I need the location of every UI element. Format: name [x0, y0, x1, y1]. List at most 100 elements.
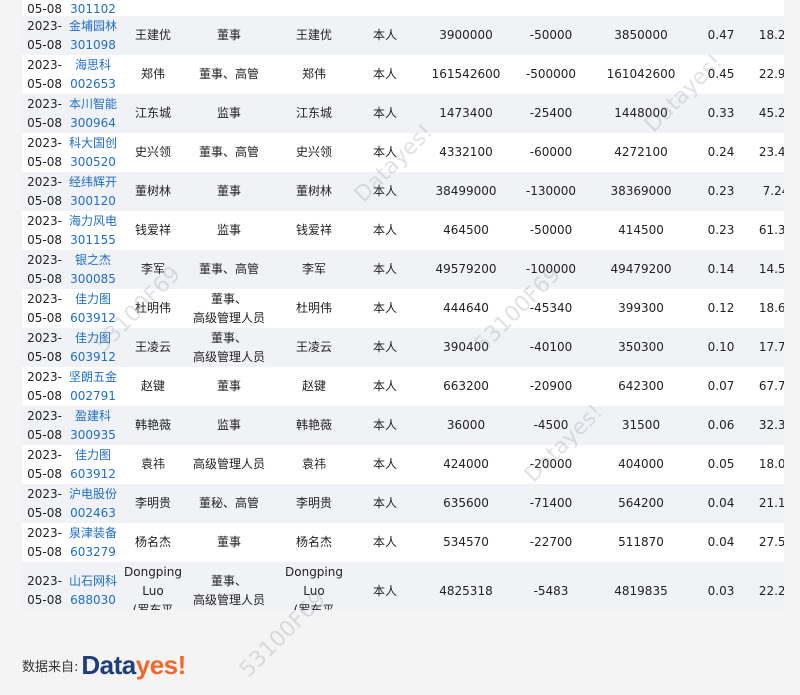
shares-after-cell: 414500 [618, 223, 664, 237]
position-cell: 董事 [216, 28, 241, 42]
position-cell: 监事 [216, 223, 241, 237]
stock-name-link[interactable]: 海思科 [64, 56, 122, 75]
stock-code-link[interactable]: 603912 [64, 465, 122, 484]
holder-name-cell: 杨名杰 [295, 535, 332, 549]
stock-name-link[interactable]: 经纬辉开 [64, 173, 122, 192]
date-cell: 2023- 05-08 [27, 408, 62, 442]
stock-code-link[interactable]: 603279 [64, 543, 122, 562]
avg-price-cell: 18.00 [758, 457, 784, 471]
shares-change-cell: -100000 [525, 262, 577, 276]
stock-code-link[interactable]: 301098 [64, 36, 122, 55]
relation-cell: 本人 [372, 223, 397, 237]
stock-name-link[interactable]: 泉津装备 [64, 524, 122, 543]
stock-code-link[interactable]: 002653 [64, 75, 122, 94]
shares-before-cell: 161542600 [431, 67, 501, 81]
stock-cell[interactable]: 坚朗五金 002791 [64, 367, 122, 406]
shares-after-cell: 49479200 [610, 262, 672, 276]
table-row: 2023- 05-08 坚朗五金 002791 赵键 董事 赵键 本人 663200 -20900… [22, 367, 784, 406]
shares-change-cell: -130000 [525, 184, 577, 198]
date-cell: 2023- 05-08 [27, 174, 62, 208]
holder-name-cell: 袁祎 [301, 457, 326, 471]
stock-name-link[interactable]: 盈建科 [64, 407, 122, 426]
stock-name-link[interactable]: 佳力图 [64, 329, 122, 348]
stock-cell[interactable]: 经纬辉开 300120 [64, 172, 122, 211]
change-ratio-cell: 0.03 [707, 583, 735, 598]
stock-name-link[interactable]: 金埔园林 [64, 17, 122, 36]
shares-before-cell: 4332100 [439, 145, 493, 159]
insider-trade-table: 05-08 301102 2023- 05-08 金埔园林 301098 王建优 董事 王建… [22, 0, 784, 610]
change-ratio-cell: 0.47 [707, 28, 735, 42]
holder-name-cell: 郑伟 [301, 67, 326, 81]
person-name-cell: 李军 [140, 262, 165, 276]
stock-name-link[interactable]: 山石网科 [64, 572, 122, 591]
stock-cell[interactable]: 银之杰 300085 [64, 250, 122, 289]
relation-cell: 本人 [372, 496, 397, 510]
shares-change-cell: -25400 [529, 106, 573, 120]
stock-code-link[interactable]: 300935 [64, 426, 122, 445]
stock-code-link[interactable]: 002463 [64, 504, 122, 523]
shares-change-cell: -20000 [529, 457, 573, 471]
stock-cell[interactable]: 山石网科 688030 [64, 562, 122, 610]
avg-price-cell: 23.49 [758, 145, 784, 159]
stock-cell[interactable]: 佳力图 603912 [64, 328, 122, 367]
avg-price-cell: 45.28 [758, 106, 784, 120]
shares-before-cell: 38499000 [435, 184, 497, 198]
stock-cell[interactable]: 海思科 002653 [64, 55, 122, 94]
shares-after-cell: 4272100 [614, 145, 668, 159]
stock-cell[interactable]: 本川智能 300964 [64, 94, 122, 133]
stock-cell[interactable]: 沪电股份 002463 [64, 484, 122, 523]
change-ratio-cell: 0.04 [707, 496, 735, 510]
stock-name-link[interactable]: 沪电股份 [64, 485, 122, 504]
stock-cell[interactable]: 泉津装备 603279 [64, 523, 122, 562]
stock-code-link[interactable]: 688030 [64, 591, 122, 610]
holder-name-cell: 董树林 [295, 184, 332, 198]
stock-name-link[interactable]: 科大国创 [64, 134, 122, 153]
holder-name-cell: 李军 [301, 262, 326, 276]
stock-cell[interactable]: 海力风电 301155 [64, 211, 122, 250]
stock-name-link[interactable]: 佳力图 [64, 446, 122, 465]
shares-after-cell: 350300 [618, 340, 664, 354]
shares-change-cell: -50000 [529, 28, 573, 42]
change-ratio-cell: 0.23 [707, 223, 735, 237]
stock-code-link[interactable]: 300964 [64, 114, 122, 133]
stock-cell[interactable]: 金埔园林 301098 [64, 16, 122, 55]
table-row: 2023- 05-08 科大国创 300520 史兴领 董事、高管 史兴领 本人 4332100… [22, 133, 784, 172]
stock-name-link[interactable]: 银之杰 [64, 251, 122, 270]
person-name-cell: 杨名杰 [134, 535, 171, 549]
relation-cell: 本人 [372, 583, 397, 598]
shares-after-cell: 404000 [618, 457, 664, 471]
date-cell: 2023- 05-08 [27, 486, 62, 520]
stock-cell[interactable]: 佳力图 603912 [64, 289, 122, 328]
stock-code-link[interactable]: 603912 [64, 309, 122, 328]
stock-code-link[interactable]: 301155 [64, 231, 122, 250]
relation-cell: 本人 [372, 28, 397, 42]
shares-after-cell: 642300 [618, 379, 664, 393]
stock-name-link[interactable]: 佳力图 [64, 290, 122, 309]
stock-name-link[interactable]: 本川智能 [64, 95, 122, 114]
stock-code-link[interactable]: 002791 [64, 387, 122, 406]
person-name-cell: 郑伟 [140, 67, 165, 81]
shares-before-cell: 464500 [443, 223, 489, 237]
stock-code-link[interactable]: 300520 [64, 153, 122, 172]
shares-change-cell: -22700 [529, 535, 573, 549]
stock-code-link[interactable]: 300120 [64, 192, 122, 211]
stock-name-link[interactable]: 坚朗五金 [64, 368, 122, 387]
shares-change-cell: -5483 [533, 583, 569, 598]
shares-change-cell: -50000 [529, 223, 573, 237]
avg-price-cell: 22.90 [758, 67, 784, 81]
data-source-footer: 数据来自: Datayes! [22, 650, 186, 681]
relation-cell: 本人 [372, 106, 397, 120]
stock-cell[interactable]: 科大国创 300520 [64, 133, 122, 172]
stock-code-link[interactable]: 300085 [64, 270, 122, 289]
table-row: 2023- 05-08 佳力图 603912 杜明伟 董事、 高级管理人员 杜明伟 本人 444… [22, 289, 784, 328]
person-name-cell: 韩艳薇 [134, 418, 171, 432]
person-name-cell: Dongping Luo (罗东平 [124, 564, 182, 611]
stock-code-link[interactable]: 301102 [64, 0, 122, 16]
holder-name-cell: 钱爱祥 [295, 223, 332, 237]
stock-code-link[interactable]: 603912 [64, 348, 122, 367]
stock-name-link[interactable]: 海力风电 [64, 212, 122, 231]
date-cell: 2023- 05-08 [27, 18, 62, 52]
stock-cell[interactable]: 盈建科 300935 [64, 406, 122, 445]
table-row: 2023- 05-08 佳力图 603912 王凌云 董事、 高级管理人员 王凌云 本人 390… [22, 328, 784, 367]
stock-cell[interactable]: 佳力图 603912 [64, 445, 122, 484]
